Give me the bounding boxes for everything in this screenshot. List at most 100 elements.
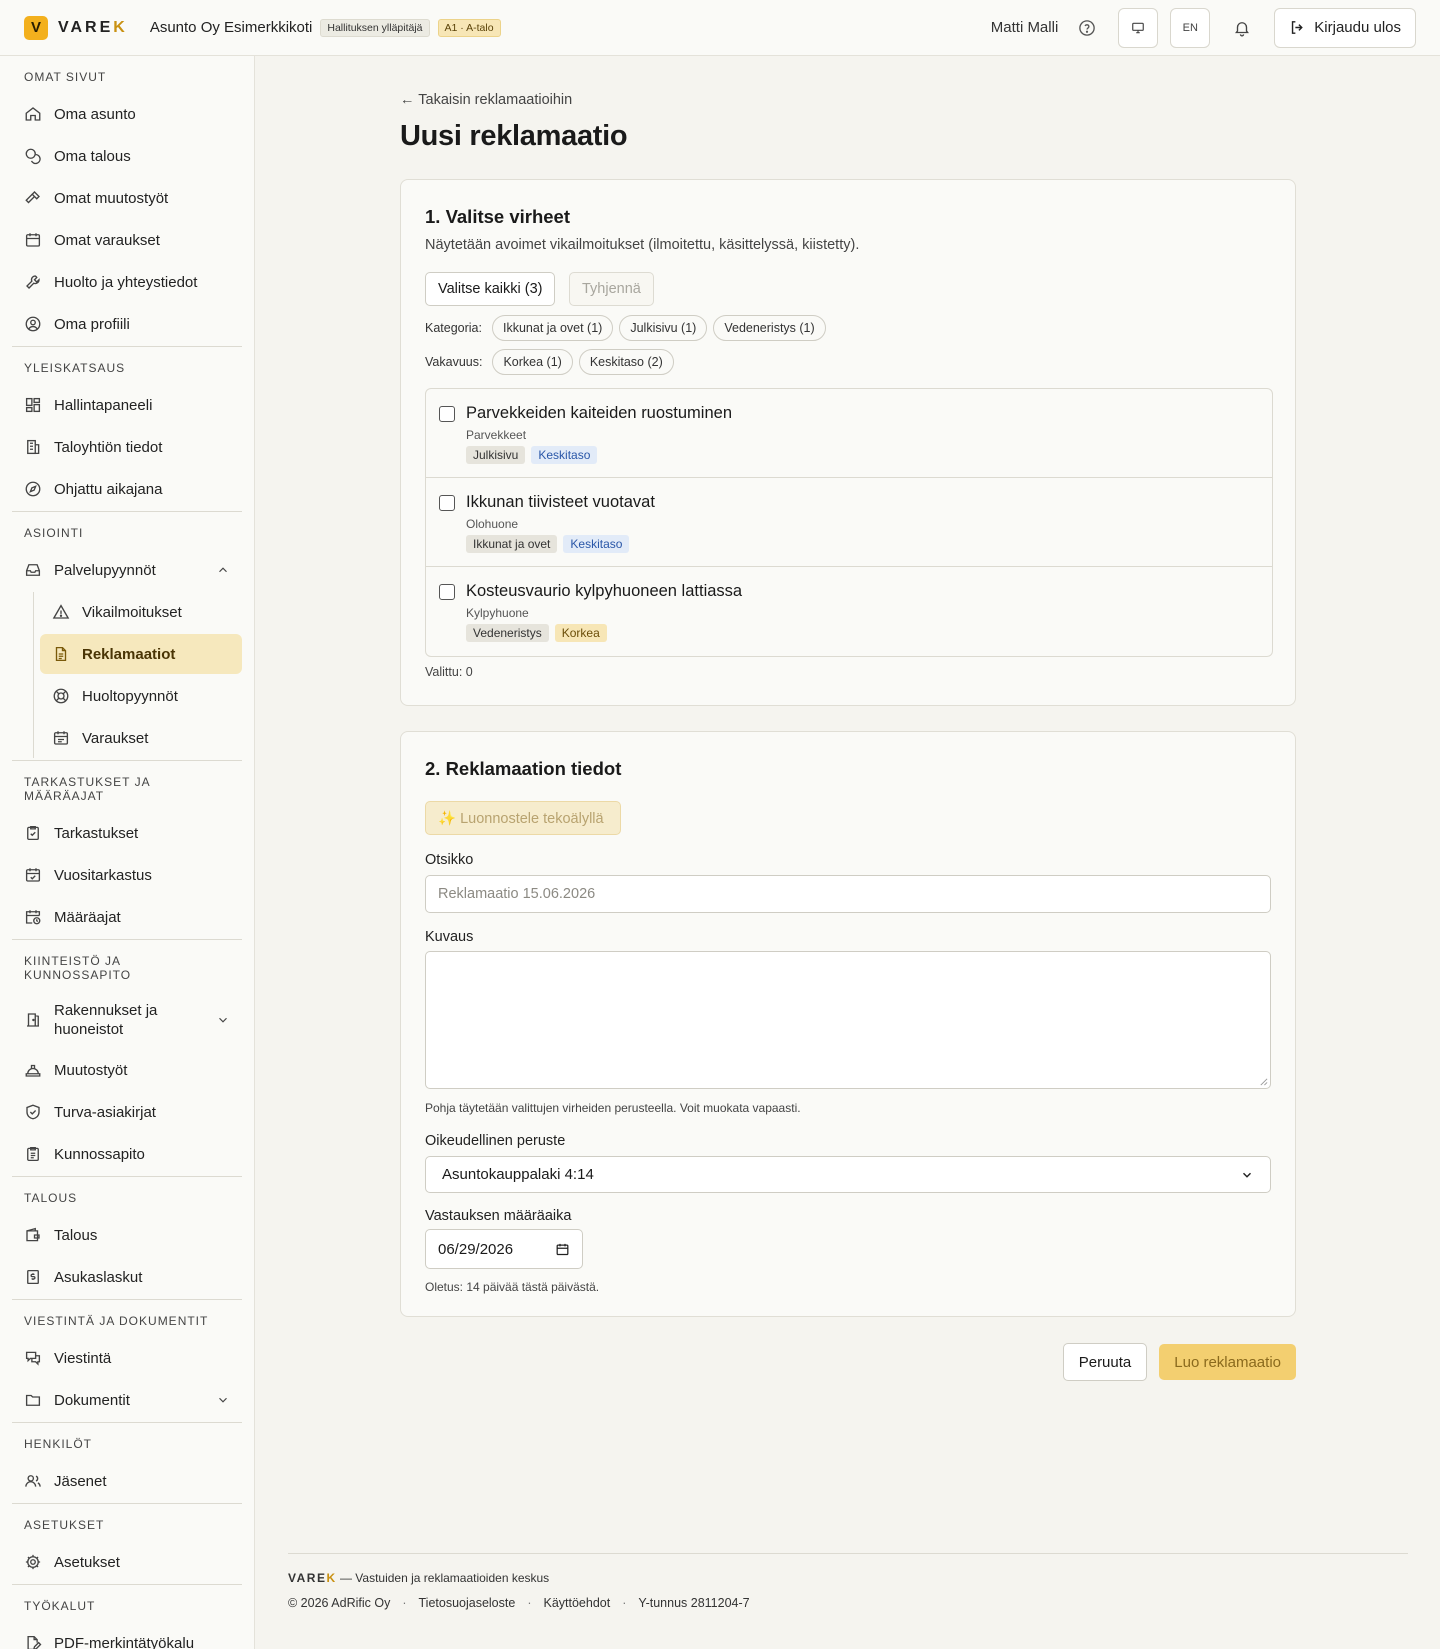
footer-brand-main: VARE (288, 1571, 327, 1585)
sidebar-item-muutostyot[interactable]: Muutostyöt (12, 1050, 242, 1090)
sidebar-item-viestinta[interactable]: Viestintä (12, 1338, 242, 1378)
chevron-down-icon (219, 1397, 227, 1403)
bell-icon[interactable] (1222, 8, 1262, 48)
monitor-icon[interactable] (1118, 7, 1159, 48)
sidebar-item-label: Turva-asiakirjat (54, 1103, 156, 1121)
help-icon[interactable] (1076, 17, 1098, 39)
sidebar-item-label: Asukaslaskut (54, 1268, 143, 1286)
sidebar-item-taloyhtion-tiedot[interactable]: Taloyhtiön tiedot (12, 427, 242, 467)
sidebar-item-ohjattu-aikajana[interactable]: Ohjattu aikajana (12, 469, 242, 509)
sidebar-item-label: Tarkastukset (54, 824, 139, 842)
sidebar-item-vikailmoitukset[interactable]: Vikailmoitukset (40, 592, 242, 632)
gear-icon (25, 1554, 41, 1570)
calendar-list-icon (53, 731, 69, 745)
deadline-date-input[interactable]: 06/29/2026 (425, 1229, 583, 1269)
sidebar-item-hallintapaneeli[interactable]: Hallintapaneeli (12, 385, 242, 425)
footer: VAREK — Vastuiden ja reklamaatioiden kes… (288, 1553, 1408, 1610)
sidebar: Omat sivut Oma asunto Oma talous Omat mu… (0, 56, 255, 1649)
sidebar-item-label: Vuositarkastus (54, 866, 152, 884)
chevron-down-icon (219, 1017, 227, 1023)
select-all-button[interactable]: Valitse kaikki (3) (425, 272, 556, 306)
severity-chip[interactable]: Korkea (1) (492, 349, 573, 375)
footer-terms-link[interactable]: Käyttöehdot (544, 1596, 611, 1610)
sidebar-item-oma-talous[interactable]: Oma talous (12, 136, 242, 176)
severity-filter-label: Vakavuus: (425, 355, 483, 369)
sidebar-item-omat-muutostyot[interactable]: Omat muutostyöt (12, 178, 242, 218)
footer-privacy-link[interactable]: Tietosuojaseloste (419, 1596, 516, 1610)
logout-button[interactable]: Kirjaudu ulos (1274, 7, 1416, 48)
sidebar-item-kunnossapito[interactable]: Kunnossapito (12, 1134, 242, 1174)
description-textarea[interactable] (425, 951, 1271, 1089)
create-complaint-button[interactable]: Luo reklamaatio (1159, 1344, 1296, 1380)
sidebar-item-label: Huolto ja yhteystiedot (54, 273, 198, 291)
defect-checkbox[interactable] (439, 495, 455, 511)
sidebar-item-label: Oma asunto (54, 105, 136, 123)
messages-icon (25, 1351, 41, 1366)
door-icon (27, 1013, 39, 1027)
top-bar: V VAREK Asunto Oy Esimerkkikoti Hallituk… (0, 0, 1440, 56)
sidebar-item-pdf-tool[interactable]: PDF-merkintätyökalu (12, 1623, 242, 1649)
dashboard-icon (25, 397, 41, 413)
defect-row[interactable]: Parvekkeiden kaiteiden ruostuminen Parve… (426, 389, 1272, 478)
defect-checkbox[interactable] (439, 406, 455, 422)
chevron-down-icon (1242, 1172, 1252, 1178)
sidebar-item-asukaslaskut[interactable]: Asukaslaskut (12, 1257, 242, 1297)
cancel-button[interactable]: Peruuta (1062, 1343, 1148, 1381)
hard-hat-icon (25, 1064, 41, 1077)
inbox-icon (25, 564, 41, 576)
defect-row[interactable]: Ikkunan tiivisteet vuotavat Olohuone Ikk… (426, 478, 1272, 567)
category-chip[interactable]: Ikkunat ja ovet (1) (491, 315, 614, 341)
footer-copyright: © 2026 AdRific Oy (288, 1596, 391, 1610)
sidebar-section-title: Asetukset (24, 1518, 105, 1532)
sidebar-item-dokumentit[interactable]: Dokumentit (12, 1380, 242, 1420)
sidebar-item-maaraajat[interactable]: Määräajat (12, 897, 242, 937)
sidebar-item-label: Hallintapaneeli (54, 396, 153, 414)
category-chip[interactable]: Vedeneristys (1) (713, 315, 826, 341)
sidebar-item-huolto[interactable]: Huolto ja yhteystiedot (12, 262, 242, 302)
sidebar-item-label: Palvelupyynnöt (54, 561, 156, 579)
defect-row[interactable]: Kosteusvaurio kylpyhuoneen lattiassa Kyl… (426, 567, 1272, 656)
sidebar-item-asetukset[interactable]: Asetukset (12, 1542, 242, 1582)
logo-text[interactable]: VAREK (58, 19, 128, 37)
calendar-icon[interactable] (555, 1242, 570, 1257)
sidebar-item-talous[interactable]: Talous (12, 1215, 242, 1255)
defect-checkbox[interactable] (439, 584, 455, 600)
sidebar-item-reklamaatiot[interactable]: Reklamaatiot (40, 634, 242, 674)
clear-button[interactable]: Tyhjennä (569, 272, 654, 306)
sidebar-item-vuositarkastus[interactable]: Vuositarkastus (12, 855, 242, 895)
defect-location: Parvekkeet (466, 428, 527, 442)
step2-title: 2. Reklamaation tiedot (425, 758, 622, 779)
sidebar-item-rakennukset[interactable]: Rakennukset ja huoneistot (12, 992, 242, 1048)
title-input[interactable]: Reklamaatio 15.06.2026 (425, 875, 1271, 913)
sidebar-item-tarkastukset[interactable]: Tarkastukset (12, 813, 242, 853)
sidebar-submenu: Vikailmoitukset Reklamaatiot Huoltopyynn… (12, 592, 242, 758)
ai-draft-button[interactable]: ✨ Luonnostele tekoälyllä (425, 801, 621, 835)
sidebar-item-label: Oma profiili (54, 315, 130, 333)
sidebar-item-palvelupyynnot[interactable]: Palvelupyynnöt (12, 550, 242, 590)
sidebar-item-label: Varaukset (82, 729, 149, 747)
resize-grip-icon[interactable] (1259, 1077, 1268, 1086)
sidebar-item-oma-asunto[interactable]: Oma asunto (12, 94, 242, 134)
logo-icon[interactable]: V (24, 15, 48, 40)
category-tag: Julkisivu (466, 446, 526, 464)
complaint-details-card: 2. Reklamaation tiedot ✨ Luonnostele tek… (400, 731, 1296, 1317)
legal-basis-select[interactable]: Asuntokauppalaki 4:14 (425, 1156, 1271, 1193)
logout-icon (1292, 21, 1304, 34)
language-button[interactable]: EN (1170, 7, 1211, 48)
sidebar-item-varaukset[interactable]: Varaukset (40, 718, 242, 758)
category-chip[interactable]: Julkisivu (1) (619, 315, 708, 341)
sidebar-item-oma-profiili[interactable]: Oma profiili (12, 304, 242, 344)
severity-tag: Keskitaso (563, 535, 630, 553)
sidebar-item-jasenet[interactable]: Jäsenet (12, 1461, 242, 1501)
sidebar-section-title: Tarkastukset ja määräajat (24, 775, 150, 803)
hammer-icon (25, 191, 40, 204)
user-name[interactable]: Matti Malli (991, 19, 1059, 36)
sidebar-item-huoltopyynnot[interactable]: Huoltopyynnöt (40, 676, 242, 716)
footer-brand-accent: K (326, 1571, 337, 1585)
sidebar-item-omat-varaukset[interactable]: Omat varaukset (12, 220, 242, 260)
document-icon (55, 646, 67, 662)
defect-list: Parvekkeiden kaiteiden ruostuminen Parve… (425, 388, 1273, 657)
severity-chip[interactable]: Keskitaso (2) (578, 349, 674, 375)
sidebar-item-turva-asiakirjat[interactable]: Turva-asiakirjat (12, 1092, 242, 1132)
back-link[interactable]: ← Takaisin reklamaatioihin (400, 92, 572, 108)
